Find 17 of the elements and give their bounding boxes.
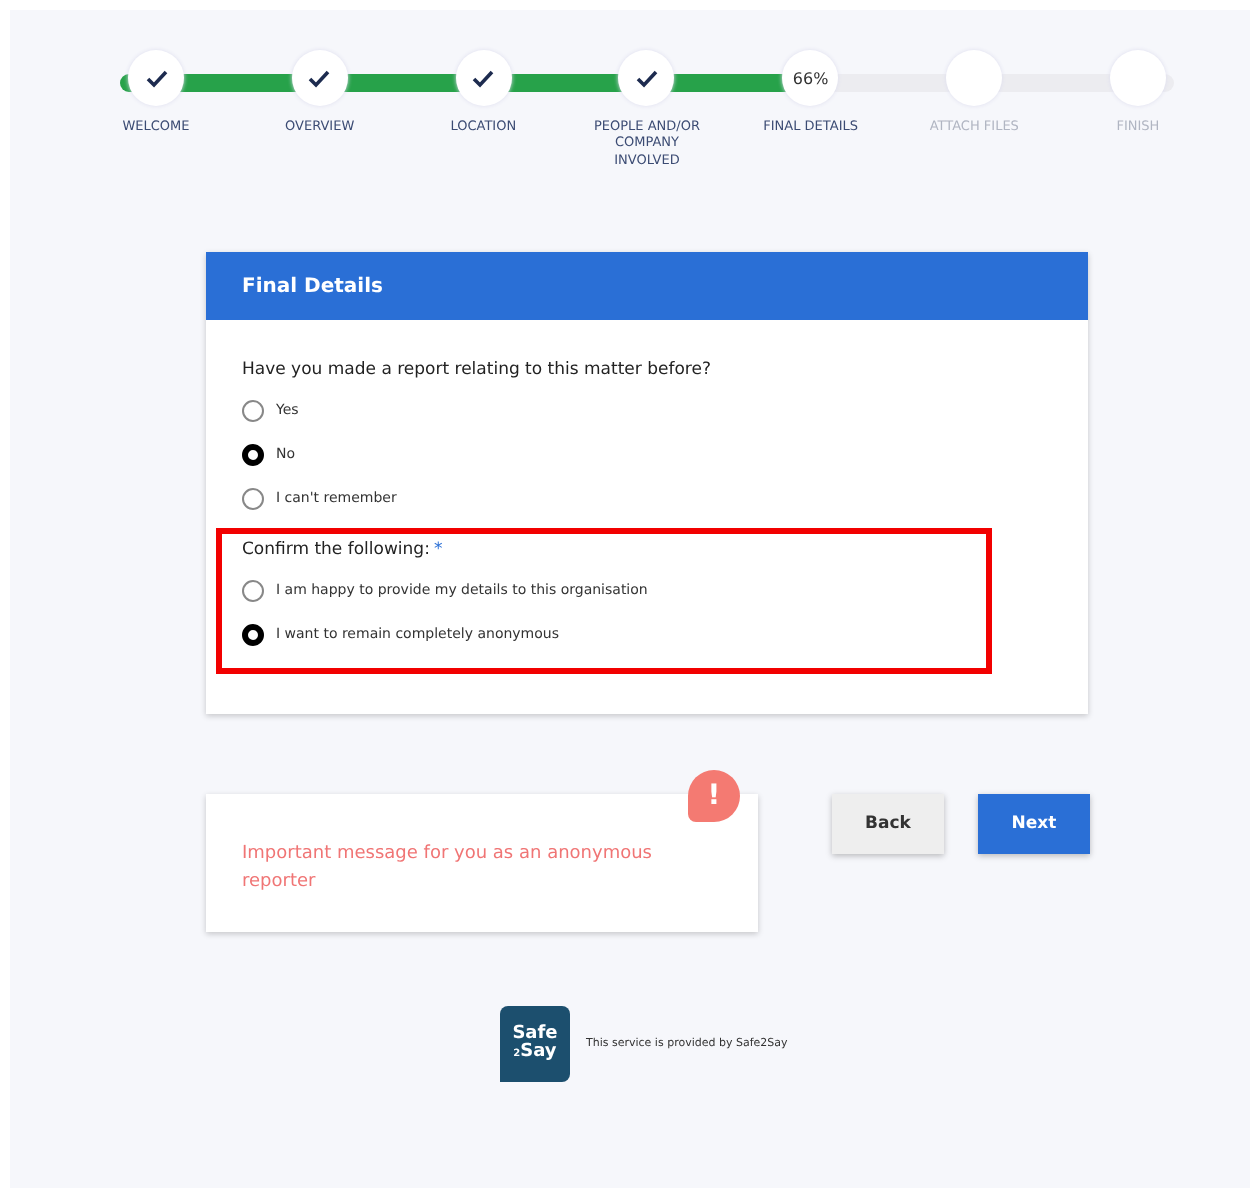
radio-button[interactable] xyxy=(242,399,264,421)
check-icon xyxy=(472,69,495,87)
radio-button[interactable] xyxy=(242,579,264,601)
check-icon xyxy=(635,69,658,87)
check-icon xyxy=(145,69,167,87)
next-button[interactable]: Next xyxy=(978,794,1090,854)
radio-button[interactable] xyxy=(242,487,264,509)
question-label: Have you made a report relating to this matter before? xyxy=(242,360,711,380)
question-label: Confirm the following: xyxy=(242,540,430,560)
back-button[interactable]: Back xyxy=(832,794,944,854)
card-title: Final Details xyxy=(242,276,383,298)
alert-badge: ! xyxy=(688,770,740,822)
radio-button[interactable] xyxy=(242,623,264,645)
step-percent: 66% xyxy=(792,69,829,87)
radio-button[interactable] xyxy=(242,443,264,465)
required-mark: * xyxy=(433,540,443,560)
check-icon xyxy=(308,69,331,87)
